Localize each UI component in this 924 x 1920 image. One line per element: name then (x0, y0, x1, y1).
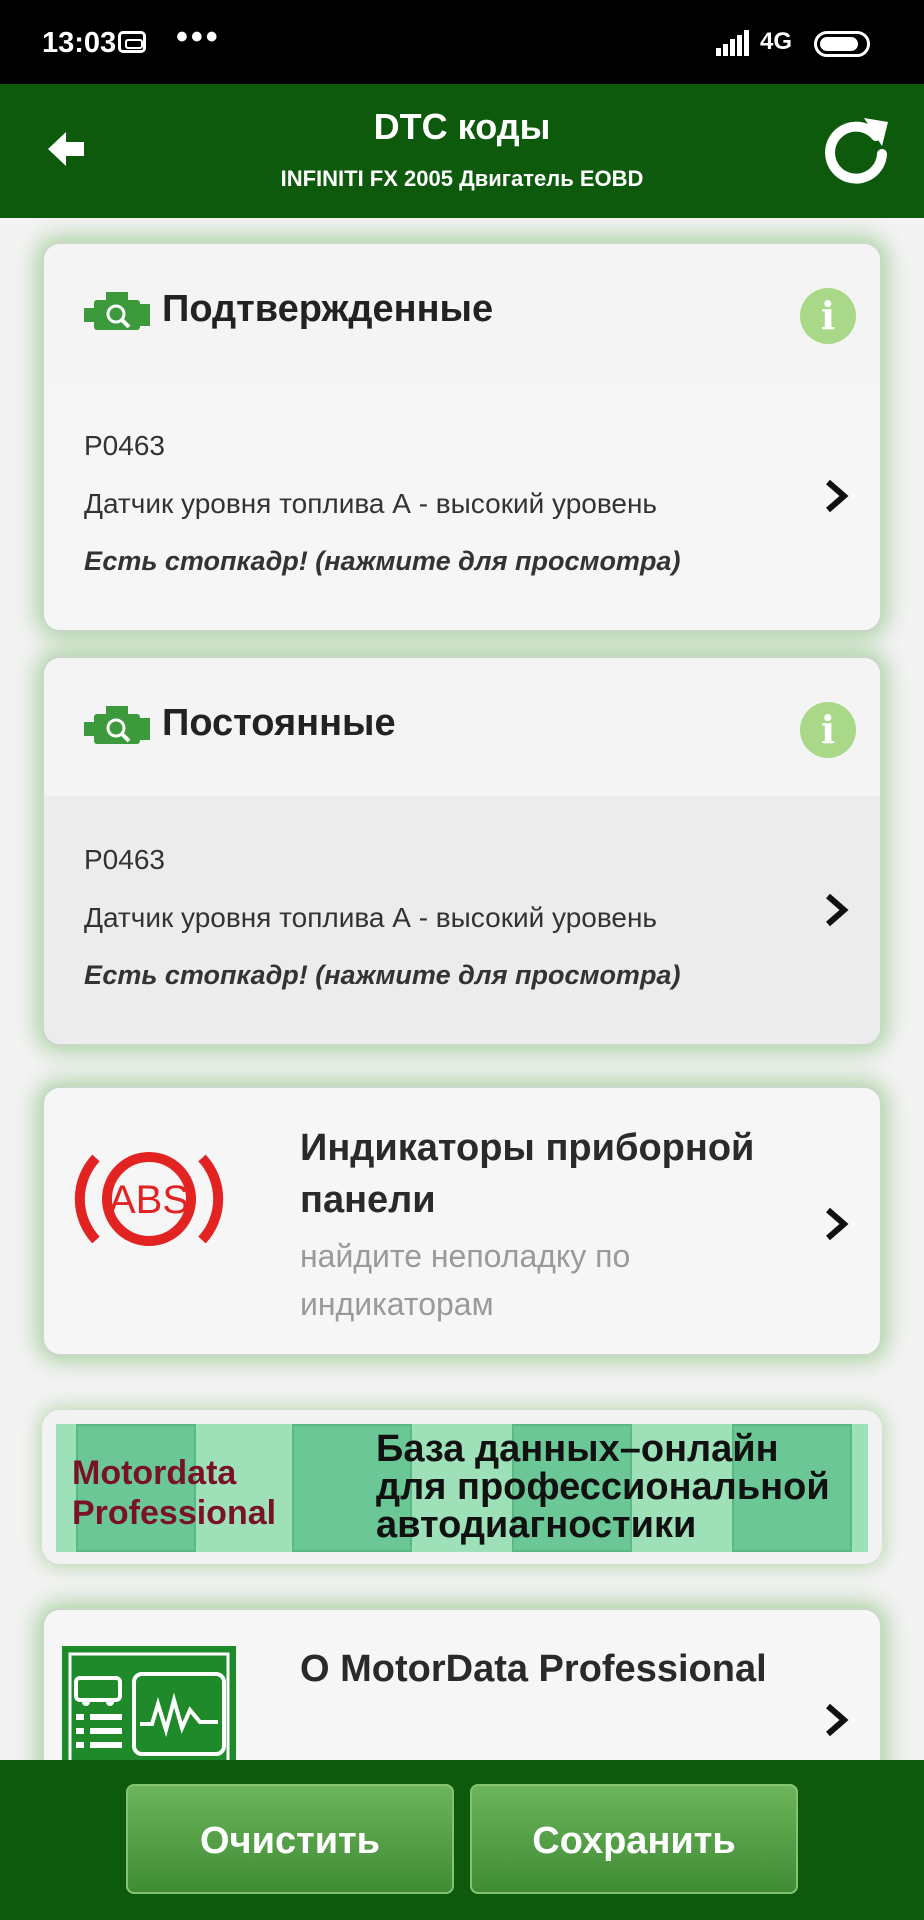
bottom-action-bar: Очистить Сохранить (0, 1760, 924, 1920)
status-bar: 13:03 ••• 4G (0, 0, 924, 84)
dtc-code: P0463 (84, 430, 165, 461)
about-motordata-card[interactable]: О MotorData Professional (42, 1608, 882, 1760)
section-title: Подтвержденные (162, 288, 494, 330)
abs-label: ABS (109, 1178, 189, 1222)
refresh-icon[interactable] (820, 114, 892, 186)
banner-image: Motordata Professional База данных–онлай… (56, 1424, 868, 1552)
app-bar: DTC коды INFINITI FX 2005 Двигатель EOBD (0, 84, 924, 218)
dtc-description: Датчик уровня топлива А - высокий уровен… (84, 488, 658, 519)
chevron-right-icon (826, 1703, 849, 1737)
section-title: Постоянные (162, 702, 396, 744)
about-title: О MotorData Professional (300, 1648, 767, 1690)
page-title: DTC коды (373, 106, 551, 147)
chevron-right-icon (826, 479, 849, 513)
confirmed-dtc-card: Подтвержденные i P0463 Датчик уровня топ… (42, 242, 882, 632)
more-notifications-icon: ••• (176, 18, 221, 56)
clear-button[interactable]: Очистить (126, 1784, 454, 1894)
network-type: 4G (760, 28, 793, 55)
save-button[interactable]: Сохранить (470, 1784, 798, 1894)
indicators-subtitle: найдите неполадку по индикаторам (300, 1238, 631, 1322)
dtc-description: Датчик уровня топлива А - высокий уровен… (84, 902, 658, 933)
banner-tagline: База данных–онлайн для профессиональной … (376, 1428, 830, 1546)
info-icon[interactable]: i (800, 288, 856, 344)
abs-warning-icon: ABS (74, 1152, 224, 1246)
banner-brand: Professional (72, 1494, 277, 1532)
content-scroll[interactable]: Подтвержденные i P0463 Датчик уровня топ… (0, 218, 924, 1760)
status-time: 13:03 (42, 27, 117, 59)
engine-check-icon (84, 292, 150, 330)
freeze-frame-link[interactable]: Есть стопкадр! (нажмите для просмотра) (84, 546, 680, 577)
dtc-row[interactable]: P0463 Датчик уровня топлива А - высокий … (44, 382, 880, 630)
permanent-dtc-card: Постоянные i P0463 Датчик уровня топлива… (42, 656, 882, 1046)
info-icon[interactable]: i (800, 702, 856, 758)
signal-icon (716, 30, 750, 56)
engine-check-icon (84, 706, 150, 744)
dtc-row[interactable]: P0463 Датчик уровня топлива А - высокий … (44, 796, 880, 1044)
card-header: Подтвержденные i (44, 244, 880, 382)
indicators-title: Индикаторы приборной панели (300, 1127, 755, 1221)
vehicle-subtitle: INFINITI FX 2005 Двигатель EOBD (280, 166, 644, 191)
freeze-frame-link[interactable]: Есть стопкадр! (нажмите для просмотра) (84, 960, 680, 991)
dtc-code: P0463 (84, 844, 165, 875)
chevron-right-icon (826, 1207, 849, 1241)
cast-icon (118, 31, 146, 53)
dashboard-indicators-card[interactable]: ABS Индикаторы приборной панели найдите … (42, 1086, 882, 1356)
diagnostics-screen-icon (62, 1646, 236, 1760)
motordata-banner[interactable]: Motordata Professional База данных–онлай… (42, 1410, 882, 1564)
battery-icon (814, 31, 870, 57)
card-header: Постоянные i (44, 658, 880, 796)
chevron-right-icon (826, 893, 849, 927)
banner-brand: Motordata (72, 1454, 237, 1492)
